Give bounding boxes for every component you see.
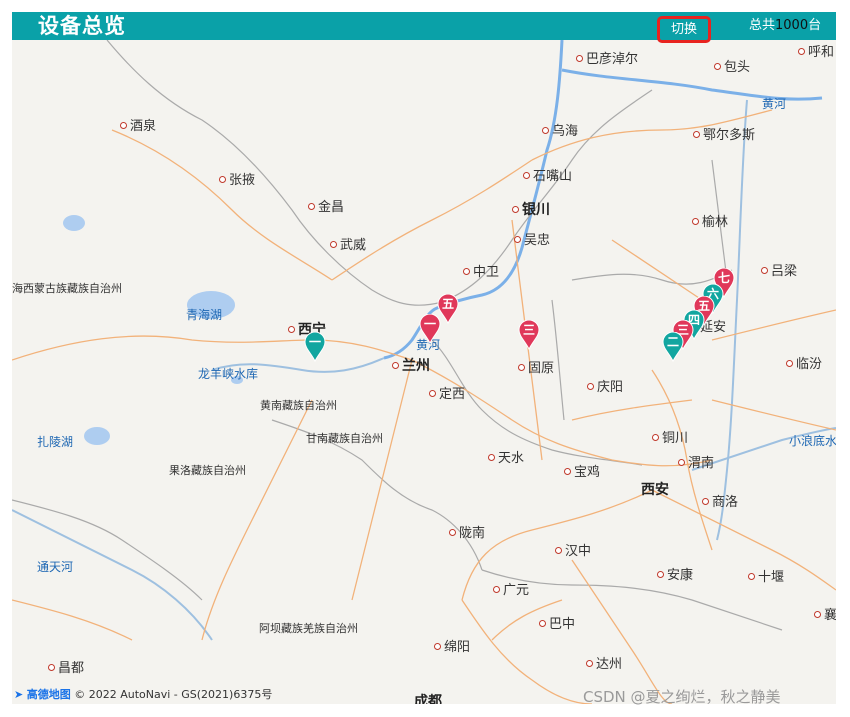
city-label: 鄂尔多斯 bbox=[693, 129, 755, 143]
city-dot-icon bbox=[576, 55, 583, 62]
city-dot-icon bbox=[564, 468, 571, 475]
water-label: 龙羊峡水库 bbox=[198, 367, 259, 381]
city-label: 陇南 bbox=[449, 527, 485, 541]
city-label: 绵阳 bbox=[434, 641, 470, 655]
copyright-text: © 2022 AutoNavi - GS(2021)6375号 bbox=[74, 688, 273, 701]
navigation-arrow-icon: ➤ bbox=[14, 688, 24, 701]
city-label: 昌都 bbox=[48, 662, 84, 676]
city-dot-icon bbox=[488, 454, 495, 461]
city-label: 兰州 bbox=[392, 359, 430, 373]
region-label: 阿坝藏族羌族自治州 bbox=[259, 622, 358, 635]
city-label: 乌海 bbox=[542, 125, 578, 139]
region-label: 黄南藏族自治州 bbox=[260, 399, 337, 412]
city-dot-icon bbox=[429, 390, 436, 397]
city-dot-icon bbox=[493, 586, 500, 593]
page-title: 设备总览 bbox=[38, 14, 126, 38]
city-label: 定西 bbox=[429, 388, 465, 402]
city-label: 宝鸡 bbox=[564, 466, 600, 480]
city-dot-icon bbox=[693, 131, 700, 138]
city-label: 中卫 bbox=[463, 266, 499, 280]
city-dot-icon bbox=[652, 434, 659, 441]
city-label: 庆阳 bbox=[587, 381, 623, 395]
city-label: 巴中 bbox=[539, 618, 575, 632]
device-overview-panel: 巴彦淖尔 包头 呼和 酒泉 乌海 鄂尔多斯 张掖 石嘴山 金昌 银川 榆林 吴忠… bbox=[12, 12, 836, 704]
city-label: 武威 bbox=[330, 239, 366, 253]
map-attribution: ➤ 高德地图 © 2022 AutoNavi - GS(2021)6375号 bbox=[14, 686, 272, 702]
city-label: 汉中 bbox=[555, 545, 591, 559]
city-label: 包头 bbox=[714, 61, 750, 75]
city-label: 商洛 bbox=[702, 496, 738, 510]
switch-button[interactable]: 切换 bbox=[657, 16, 711, 43]
city-dot-icon bbox=[714, 63, 721, 70]
city-label: 呼和 bbox=[798, 46, 834, 60]
city-label: 榆林 bbox=[692, 216, 728, 230]
city-dot-icon bbox=[518, 364, 525, 371]
city-label: 天水 bbox=[488, 452, 524, 466]
city-label: 临汾 bbox=[786, 358, 822, 372]
city-dot-icon bbox=[434, 643, 441, 650]
city-dot-icon bbox=[48, 664, 55, 671]
city-label: 金昌 bbox=[308, 201, 344, 215]
city-dot-icon bbox=[555, 547, 562, 554]
device-total: 总共1000台 bbox=[749, 18, 822, 33]
city-dot-icon bbox=[702, 498, 709, 505]
header-bar: 设备总览 总共1000台 bbox=[12, 12, 836, 40]
water-label: 扎陵湖 bbox=[37, 435, 74, 449]
city-dot-icon bbox=[657, 571, 664, 578]
map-canvas[interactable]: 巴彦淖尔 包头 呼和 酒泉 乌海 鄂尔多斯 张掖 石嘴山 金昌 银川 榆林 吴忠… bbox=[12, 40, 836, 704]
city-dot-icon bbox=[392, 362, 399, 369]
region-label: 海西蒙古族藏族自治州 bbox=[12, 282, 122, 295]
city-dot-icon bbox=[587, 383, 594, 390]
city-label: 十堰 bbox=[748, 571, 784, 585]
city-dot-icon bbox=[586, 660, 593, 667]
city-dot-icon bbox=[330, 241, 337, 248]
city-dot-icon bbox=[542, 127, 549, 134]
city-label: 成都 bbox=[414, 694, 442, 704]
city-dot-icon bbox=[523, 172, 530, 179]
city-dot-icon bbox=[678, 459, 685, 466]
city-dot-icon bbox=[308, 203, 315, 210]
city-label: 银川 bbox=[512, 203, 550, 217]
water-label: 小浪底水 bbox=[789, 434, 836, 448]
city-label: 吕梁 bbox=[761, 265, 797, 279]
water-label: 青海湖 bbox=[186, 308, 223, 322]
city-dot-icon bbox=[449, 529, 456, 536]
city-label: 张掖 bbox=[219, 174, 255, 188]
city-label: 铜川 bbox=[652, 432, 688, 446]
city-dot-icon bbox=[748, 573, 755, 580]
city-dot-icon bbox=[514, 236, 521, 243]
city-dot-icon bbox=[786, 360, 793, 367]
city-dot-icon bbox=[463, 268, 470, 275]
city-label: 吴忠 bbox=[514, 234, 550, 248]
region-label: 果洛藏族自治州 bbox=[169, 464, 246, 477]
amap-logo: 高德地图 bbox=[26, 688, 71, 701]
device-marker[interactable]: 二 bbox=[662, 332, 684, 362]
city-label: 固原 bbox=[518, 362, 554, 376]
water-label: 通天河 bbox=[37, 560, 74, 574]
city-dot-icon bbox=[761, 267, 768, 274]
city-label: 达州 bbox=[586, 658, 622, 672]
city-label: 安康 bbox=[657, 569, 693, 583]
city-label: 石嘴山 bbox=[523, 170, 572, 184]
water-label: 黄河 bbox=[762, 97, 787, 111]
city-dot-icon bbox=[692, 218, 699, 225]
city-label: 酒泉 bbox=[120, 120, 156, 134]
city-dot-icon bbox=[798, 48, 805, 55]
city-dot-icon bbox=[219, 176, 226, 183]
city-label: 广元 bbox=[493, 584, 529, 598]
city-label: 襄 bbox=[814, 609, 836, 623]
city-label: 西安 bbox=[641, 482, 669, 498]
city-dot-icon bbox=[814, 611, 821, 618]
city-dot-icon bbox=[120, 122, 127, 129]
city-dot-icon bbox=[512, 206, 519, 213]
device-marker[interactable]: 一 bbox=[419, 314, 441, 344]
device-marker[interactable]: 三 bbox=[518, 320, 540, 350]
city-label: 渭南 bbox=[678, 457, 714, 471]
city-label: 巴彦淖尔 bbox=[576, 53, 638, 67]
device-marker[interactable]: 一 bbox=[304, 332, 326, 362]
watermark-text: CSDN @夏之绚烂，秋之静美 bbox=[583, 688, 781, 706]
region-label: 甘南藏族自治州 bbox=[306, 432, 383, 445]
city-dot-icon bbox=[539, 620, 546, 627]
city-dot-icon bbox=[288, 326, 295, 333]
